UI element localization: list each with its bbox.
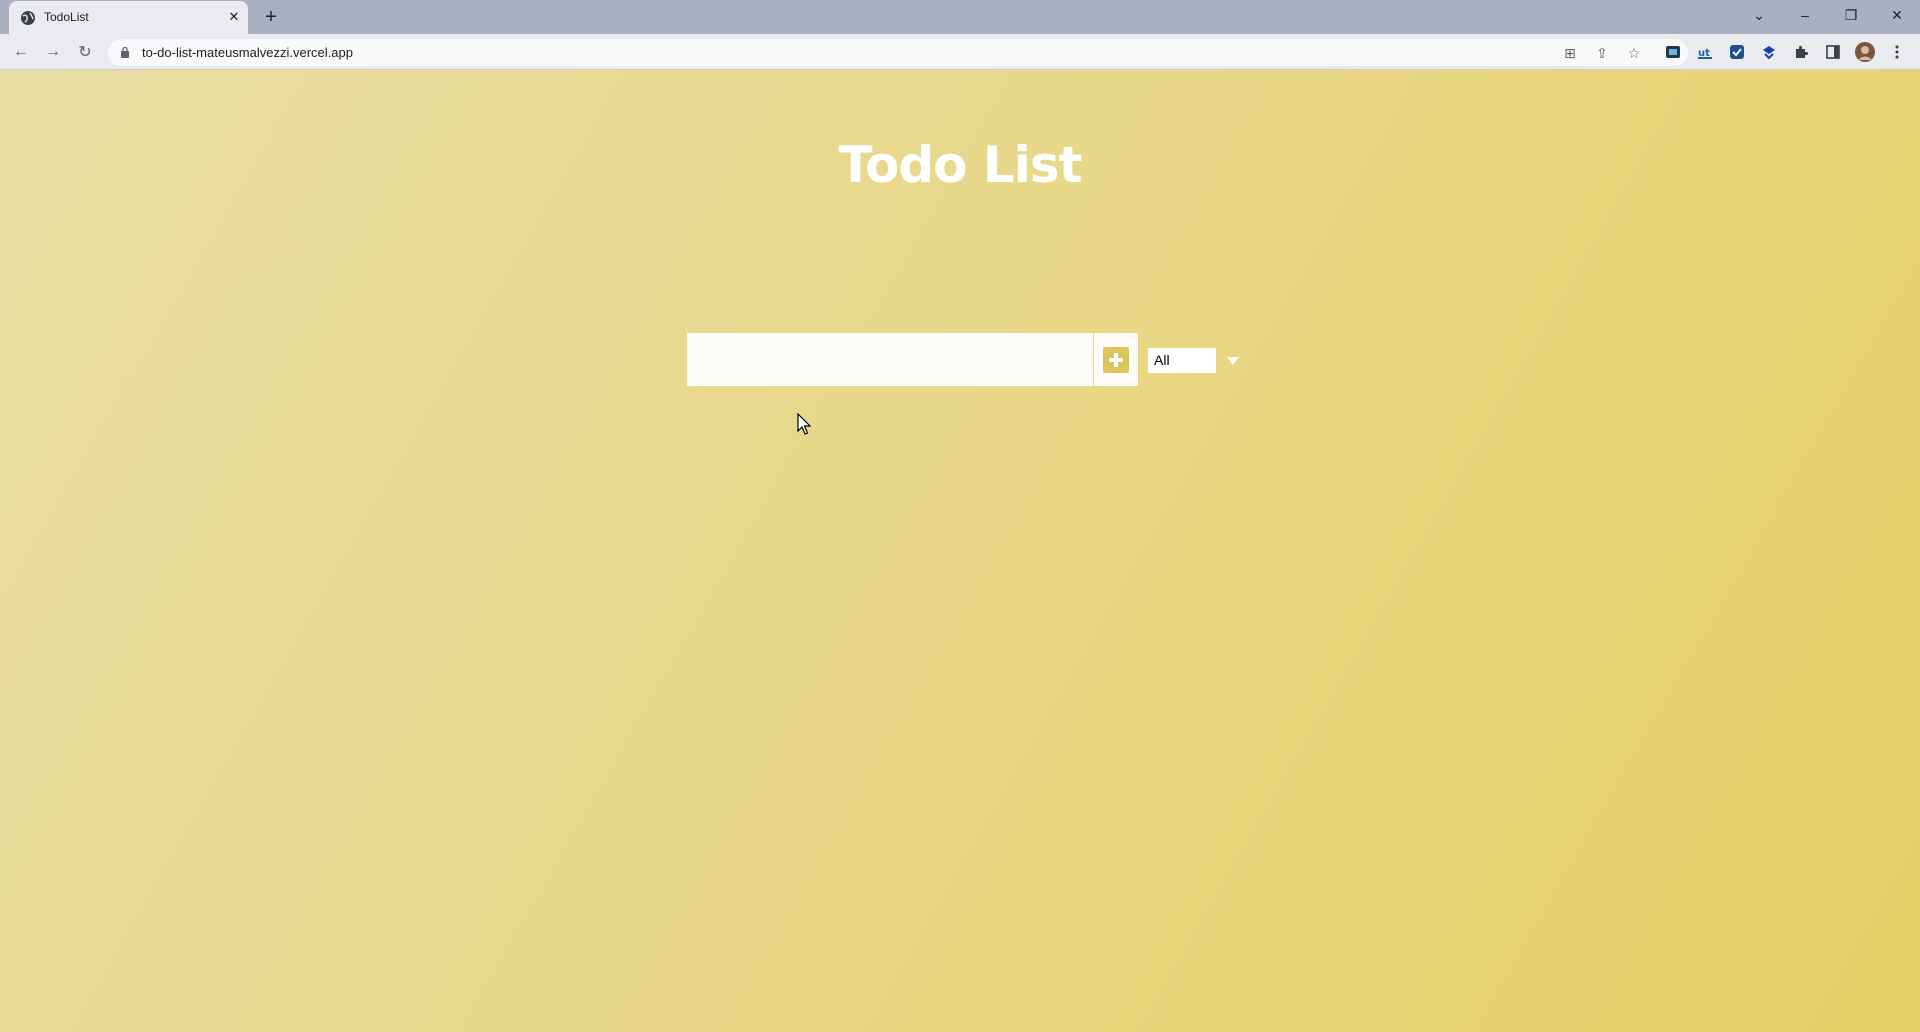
- new-tab-button[interactable]: +: [259, 5, 283, 29]
- tab-search-chevron-down-icon[interactable]: ⌄: [1736, 0, 1782, 30]
- page-title: Todo List: [838, 136, 1082, 194]
- globe-icon: [21, 11, 35, 25]
- extension-1-icon[interactable]: [1663, 42, 1683, 62]
- browser-tab[interactable]: TodoList ✕: [9, 1, 248, 34]
- avatar[interactable]: [1855, 42, 1875, 62]
- page-content: Todo List All: [0, 70, 1920, 1032]
- extension-4-icon[interactable]: [1759, 42, 1779, 62]
- share-icon[interactable]: ⇪: [1592, 43, 1612, 63]
- puzzle-icon[interactable]: [1791, 42, 1811, 62]
- extension-3-icon[interactable]: [1727, 42, 1747, 62]
- restore-icon[interactable]: ❐: [1828, 0, 1874, 30]
- mouse-cursor-icon: [797, 413, 811, 435]
- side-panel-icon[interactable]: [1823, 42, 1843, 62]
- address-bar[interactable]: to-do-list-mateusmalvezzi.vercel.app ⊞ ⇪…: [108, 39, 1688, 66]
- plus-icon: [1103, 346, 1129, 373]
- tab-close-icon[interactable]: ✕: [225, 8, 243, 26]
- translate-icon[interactable]: ⊞: [1560, 43, 1580, 63]
- todo-input[interactable]: [687, 333, 1093, 386]
- tab-strip: TodoList ✕ + ⌄ – ❐ ✕: [0, 0, 1920, 34]
- add-todo-button[interactable]: [1094, 333, 1138, 386]
- extension-2-icon[interactable]: ut: [1695, 42, 1715, 62]
- filter-select[interactable]: All: [1148, 348, 1216, 373]
- caret-down-icon[interactable]: [1217, 348, 1249, 373]
- tab-title: TodoList: [44, 10, 89, 24]
- star-icon[interactable]: ☆: [1624, 43, 1644, 63]
- reload-icon[interactable]: ↻: [72, 39, 98, 65]
- window-close-icon[interactable]: ✕: [1874, 0, 1920, 30]
- url-text: to-do-list-mateusmalvezzi.vercel.app: [142, 45, 353, 60]
- back-arrow-icon[interactable]: ←: [8, 39, 34, 65]
- kebab-menu-icon[interactable]: [1887, 42, 1907, 62]
- lock-icon: [121, 46, 129, 58]
- browser-toolbar: ← → ↻ to-do-list-mateusmalvezzi.vercel.a…: [0, 34, 1920, 70]
- minimize-icon[interactable]: –: [1782, 0, 1828, 30]
- forward-arrow-icon[interactable]: →: [40, 39, 66, 65]
